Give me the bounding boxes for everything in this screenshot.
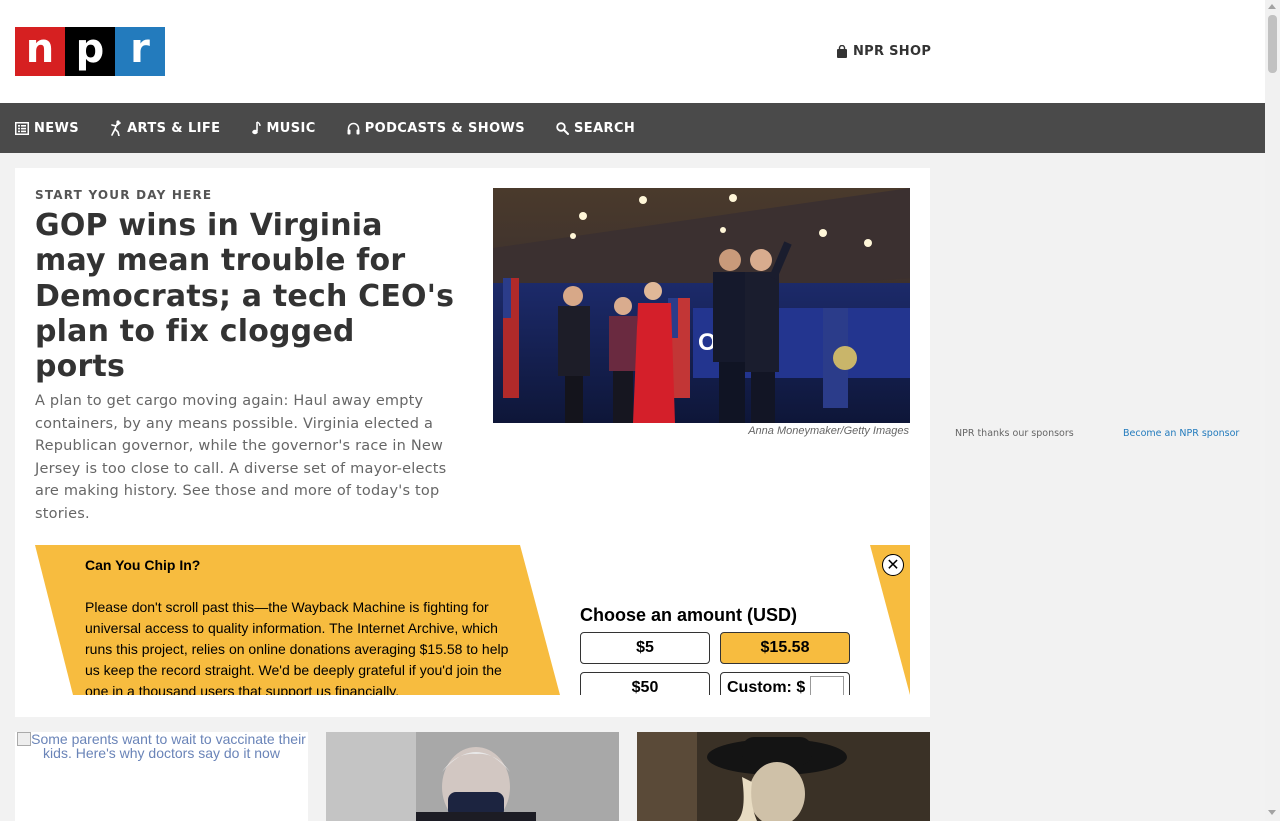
story-photo-illustration: OUN — [493, 188, 910, 423]
headphones-icon — [347, 122, 360, 134]
nav-item-news[interactable]: NEWS — [15, 121, 79, 136]
npr-shop-link[interactable]: NPR SHOP — [836, 44, 931, 59]
story-tile-vaccine[interactable]: Some parents want to wait to vaccinate t… — [15, 732, 308, 821]
nav-item-music[interactable]: MUSIC — [251, 121, 315, 136]
story-photo[interactable]: OUN — [493, 188, 910, 423]
custom-amount-field[interactable]: Custom: $ — [720, 672, 850, 695]
logo-letter-n: n — [15, 27, 65, 76]
story-tile-hat[interactable] — [637, 732, 930, 821]
nav-label-music: MUSIC — [266, 120, 316, 136]
music-note-icon — [252, 121, 262, 135]
story-tile-powell[interactable] — [326, 732, 619, 821]
nav-label-podcasts-shows: PODCASTS & SHOWS — [364, 120, 526, 136]
amount-button-50[interactable]: $50 — [580, 672, 710, 695]
dancer-icon — [111, 120, 121, 136]
scrollbar-thumb[interactable] — [1268, 15, 1277, 73]
lead-story-card: START YOUR DAY HERE GOP wins in Virginia… — [15, 168, 930, 717]
donation-message: Please don't scroll past this—the Waybac… — [85, 599, 509, 695]
close-icon: ✕ — [886, 555, 900, 574]
donation-title: Can You Chip In? — [85, 557, 201, 573]
page-scrollbar[interactable] — [1265, 0, 1280, 821]
main-nav: NEWS ARTS & LIFE MUSIC PODCASTS & SHOWS … — [0, 103, 1265, 153]
nav-label-search: SEARCH — [574, 120, 636, 136]
site-header: n p r NPR SHOP — [0, 0, 1265, 103]
custom-amount-label: Custom: $ — [727, 679, 806, 695]
npr-logo[interactable]: n p r — [15, 27, 165, 76]
donation-banner: Can You Chip In? Please don't scroll pas… — [35, 545, 910, 695]
nav-item-podcasts-shows[interactable]: PODCASTS & SHOWS — [347, 121, 525, 136]
nav-label-news: NEWS — [34, 120, 80, 136]
story-kicker[interactable]: START YOUR DAY HERE — [35, 188, 212, 202]
logo-letter-p: p — [65, 27, 115, 76]
story-tile-image-alt[interactable]: Some parents want to wait to vaccinate t… — [15, 732, 308, 760]
story-teaser[interactable]: A plan to get cargo moving again: Haul a… — [35, 390, 460, 525]
search-icon — [556, 121, 570, 135]
story-headline[interactable]: GOP wins in Virginia may mean trouble fo… — [35, 208, 455, 384]
scroll-down-arrow-icon[interactable] — [1268, 810, 1276, 815]
nav-label-arts-life: ARTS & LIFE — [127, 120, 221, 136]
choose-amount-label: Choose an amount (USD) — [580, 605, 798, 625]
photo-credit: Anna Moneymaker/Getty Images — [748, 425, 909, 437]
logo-letter-r: r — [115, 27, 165, 76]
sponsor-thanks-text: NPR thanks our sponsors — [955, 428, 1074, 439]
shopping-bag-icon — [837, 45, 847, 58]
nav-item-arts-life[interactable]: ARTS & LIFE — [110, 120, 220, 136]
story-tile-photo-man-mask — [326, 732, 619, 821]
story-tile-alt-text: Some parents want to wait to vaccinate t… — [31, 732, 306, 761]
story-tile-photo-woman-hat — [637, 732, 930, 821]
amount-button-5[interactable]: $5 — [580, 632, 710, 664]
close-banner-button[interactable]: ✕ — [882, 554, 904, 576]
nav-item-search[interactable]: SEARCH — [556, 121, 635, 136]
scroll-up-arrow-icon[interactable] — [1268, 4, 1276, 9]
shop-label: NPR SHOP — [853, 44, 932, 59]
become-sponsor-link[interactable]: Become an NPR sponsor — [1123, 428, 1239, 439]
custom-amount-input[interactable] — [810, 676, 845, 695]
news-list-icon — [15, 121, 29, 135]
amount-button-15-58[interactable]: $15.58 — [720, 632, 850, 664]
broken-image-icon — [17, 732, 32, 746]
